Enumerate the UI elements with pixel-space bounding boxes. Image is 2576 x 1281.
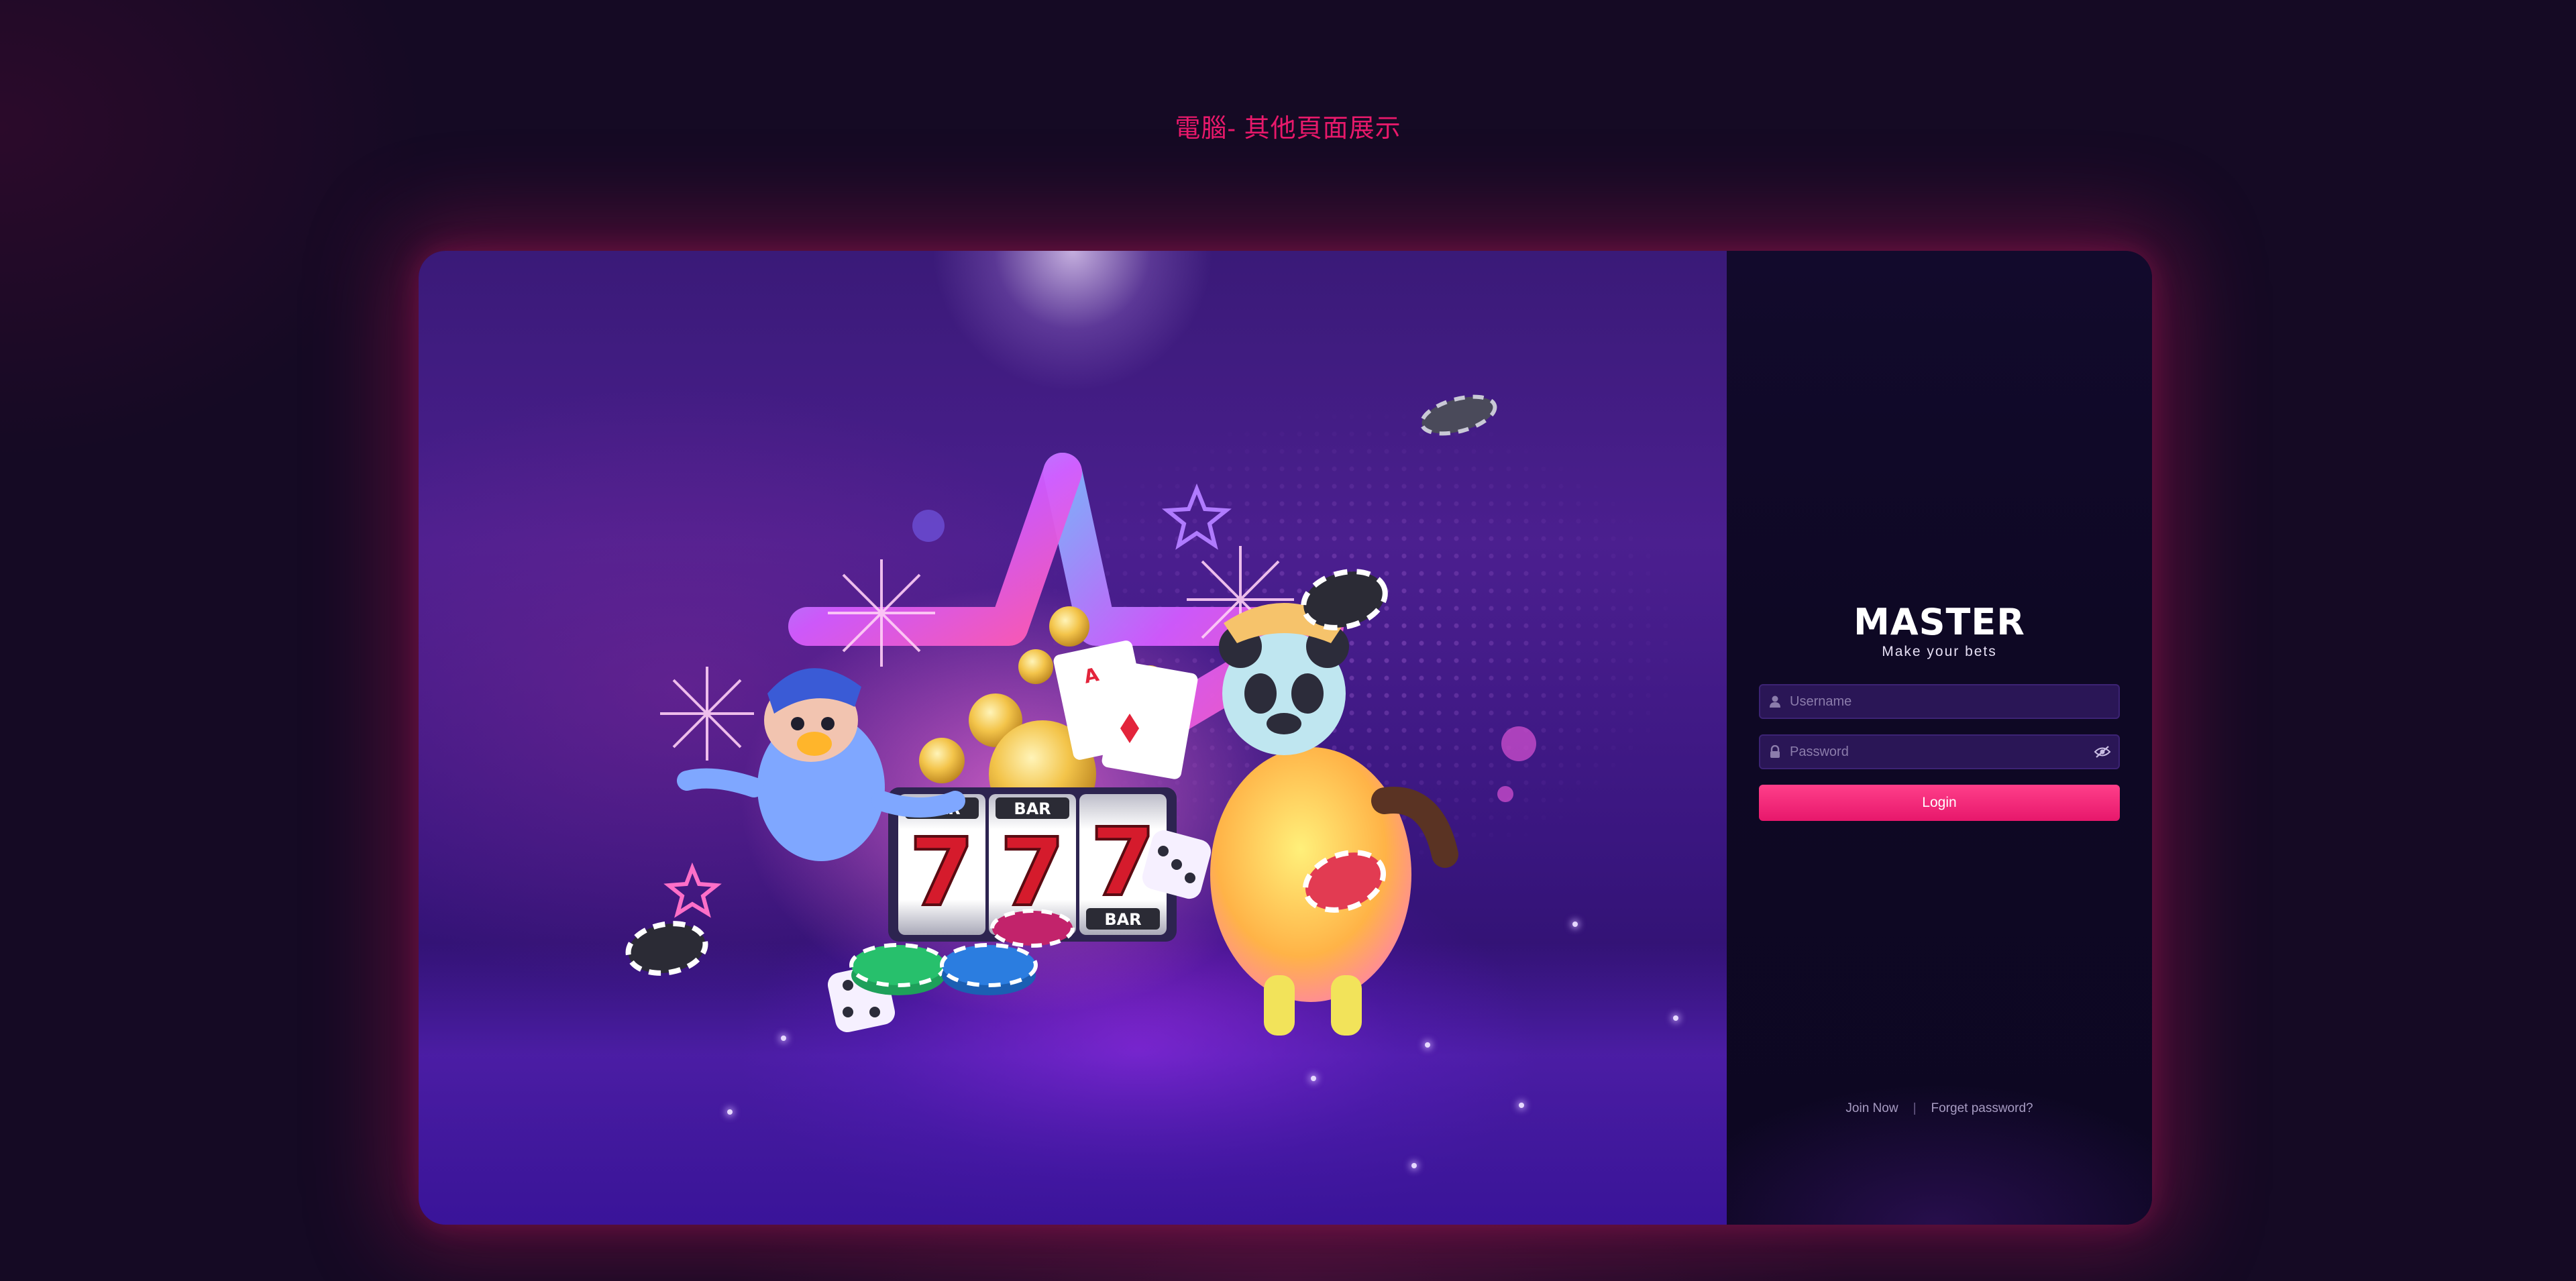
orb-icon [1497,786,1513,802]
orb-icon [912,510,945,542]
link-separator: | [1913,1101,1917,1115]
join-now-link[interactable]: Join Now [1845,1101,1898,1116]
brand-logo: MASTER [1854,601,2025,643]
casino-illustration-svg: A BAR BAR BAR 7 7 7 [625,394,1536,1036]
sparkle-dot [1311,1076,1316,1081]
sparkle-dot [1519,1103,1524,1108]
sparkle-dot [1673,1015,1678,1021]
sparkle-dot [781,1036,786,1041]
user-icon [1760,685,1790,718]
casino-illustration: A BAR BAR BAR 7 7 7 [419,251,1727,1225]
hero-banner: A BAR BAR BAR 7 7 7 [419,251,1727,1225]
reel-seven-symbol: 7 [909,818,974,928]
password-input[interactable] [1790,737,2086,767]
password-field[interactable] [1759,734,2120,769]
reel-bar-label: BAR [1014,799,1051,818]
brand-tagline: Make your bets [1882,644,1997,659]
login-panel: MASTER Make your bets Username Login Joi… [1727,251,2152,1225]
sparkle-dot [1411,1163,1417,1168]
forgot-password-link[interactable]: Forget password? [1931,1101,2033,1116]
login-card: A BAR BAR BAR 7 7 7 MASTER Make your bet… [419,251,2152,1225]
username-field[interactable] [1759,684,2120,719]
small-star-icon [1162,483,1232,550]
sparkle-dot [1425,1042,1430,1048]
panda-character-illustration [1210,603,1458,1036]
auth-links: Join Now | Forget password? [1727,1101,2152,1116]
sparkle-dot [1572,922,1578,927]
sparkle-dot [727,1109,733,1115]
lock-icon [1760,736,1790,768]
login-button[interactable]: Login [1759,785,2120,821]
eye-off-icon[interactable] [2086,736,2118,768]
username-input[interactable] [1790,687,2118,716]
page-background: 電腦- 其他頁面展示 A BAR BAR BAR 7 7 7 MASTER Ma… [0,0,2576,1281]
small-star-icon [663,862,722,918]
page-caption: 電腦- 其他頁面展示 [1175,115,1401,143]
orb-icon [1501,726,1536,761]
